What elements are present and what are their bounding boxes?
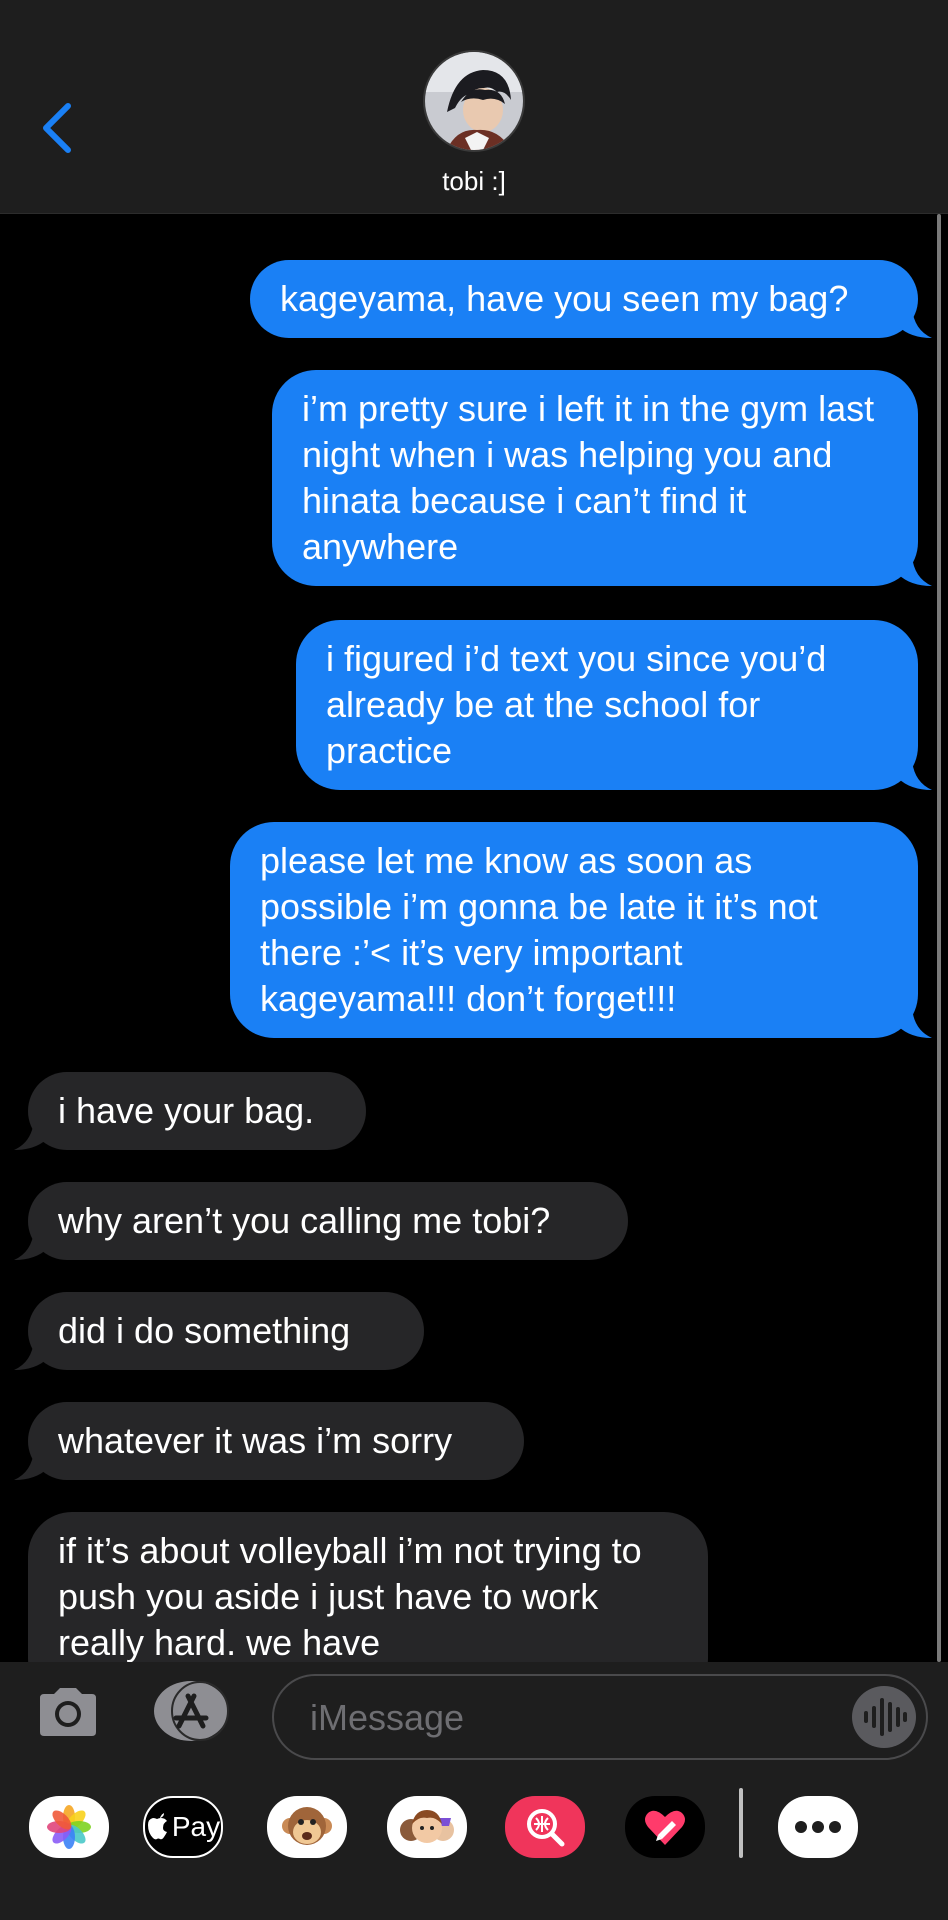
apple-pay-app[interactable]: Pay: [143, 1796, 223, 1858]
app-drawer: Pay: [0, 1768, 948, 1920]
apple-pay-label: Pay: [171, 1811, 221, 1842]
received-message[interactable]: i have your bag.: [14, 1072, 366, 1150]
received-message[interactable]: why aren’t you calling me tobi?: [14, 1182, 628, 1260]
sent-message[interactable]: i figured i’d text you since you’d alrea…: [296, 620, 932, 790]
drawer-divider: [739, 1788, 743, 1858]
message-thread[interactable]: kageyama, have you seen my bag? i’m pret…: [0, 214, 948, 1662]
image-search-app[interactable]: [505, 1796, 585, 1858]
message-text: whatever it was i’m sorry: [58, 1420, 453, 1461]
bubble-tail: [14, 1230, 48, 1260]
bubble-tail: [898, 308, 932, 338]
message-text: i’m pretty sure i left it in the gym las…: [302, 388, 875, 567]
image-search-icon: [527, 1809, 565, 1847]
contact-avatar[interactable]: [423, 50, 525, 152]
memoji-icon: [400, 1810, 454, 1843]
memoji-app[interactable]: [387, 1796, 467, 1858]
photos-app[interactable]: [29, 1796, 109, 1858]
message-text: did i do something: [58, 1310, 351, 1351]
app-store-button[interactable]: [152, 1680, 230, 1742]
message-input[interactable]: [310, 1696, 810, 1740]
app-store-icon: [154, 1681, 229, 1741]
message-text: kageyama, have you seen my bag?: [280, 278, 849, 319]
bubble-tail: [898, 1008, 932, 1038]
bubble-tail: [898, 556, 932, 586]
message-text: please let me know as soon as possible i…: [260, 840, 818, 1019]
compose-bar: [0, 1662, 948, 1768]
apple-pay-icon: [147, 1813, 167, 1840]
message-text: if it’s about volleyball i’m not trying …: [58, 1530, 642, 1662]
digital-touch-icon: [645, 1810, 685, 1845]
camera-button[interactable]: [36, 1684, 100, 1740]
bubble-tail: [14, 1450, 48, 1480]
sent-message[interactable]: kageyama, have you seen my bag?: [250, 260, 932, 338]
animoji-app[interactable]: [267, 1796, 347, 1858]
message-text: i have your bag.: [58, 1090, 315, 1131]
more-apps-button[interactable]: [778, 1796, 858, 1858]
audio-message-button[interactable]: [852, 1686, 916, 1748]
message-text: i figured i’d text you since you’d alrea…: [326, 638, 827, 771]
bubble-tail: [14, 1340, 48, 1370]
more-icon: [795, 1821, 841, 1833]
scrollbar[interactable]: [937, 214, 941, 1662]
animoji-icon: [282, 1807, 332, 1845]
camera-icon: [40, 1688, 96, 1736]
digital-touch-app[interactable]: [625, 1796, 705, 1858]
sent-message[interactable]: i’m pretty sure i left it in the gym las…: [272, 370, 932, 586]
bubble-tail: [14, 1120, 48, 1150]
message-text: why aren’t you calling me tobi?: [58, 1200, 551, 1241]
contact-name[interactable]: tobi :]: [0, 166, 948, 197]
audio-waveform-icon: [864, 1698, 907, 1736]
received-message[interactable]: did i do something: [14, 1292, 424, 1370]
received-message[interactable]: if it’s about volleyball i’m not trying …: [28, 1512, 708, 1662]
bubble-tail: [898, 760, 932, 790]
back-button[interactable]: [38, 100, 78, 156]
sent-message[interactable]: please let me know as soon as possible i…: [230, 822, 932, 1038]
photos-icon: [47, 1805, 91, 1849]
chevron-left-icon: [43, 103, 71, 153]
conversation-header: tobi :]: [0, 0, 948, 214]
message-field[interactable]: [272, 1674, 928, 1760]
received-message[interactable]: whatever it was i’m sorry: [14, 1402, 524, 1480]
